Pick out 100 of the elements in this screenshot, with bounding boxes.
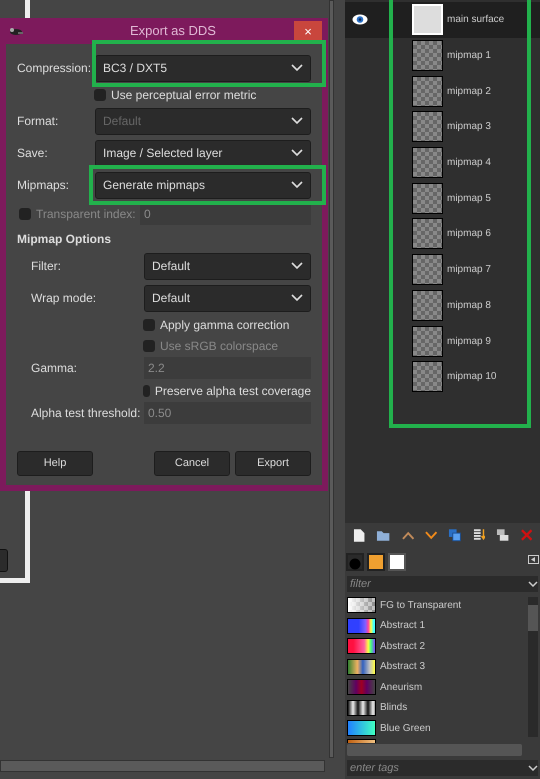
layer-thumbnail bbox=[412, 182, 443, 214]
checkbox-label: Apply gamma correction bbox=[160, 316, 290, 334]
export-button[interactable]: Export bbox=[235, 451, 311, 476]
chevron-icon bbox=[291, 294, 303, 302]
layer-name: mipmap 8 bbox=[447, 298, 491, 313]
layer-thumbnail bbox=[412, 4, 443, 36]
field-label: Save: bbox=[17, 145, 48, 162]
gradient-item[interactable]: Abstract 1 bbox=[345, 616, 540, 636]
scrollbar[interactable] bbox=[528, 597, 538, 737]
layer-thumbnail bbox=[412, 254, 443, 286]
layer-thumbnail bbox=[412, 218, 443, 250]
gradient-name: FG to Transparent bbox=[380, 598, 462, 613]
dropdown[interactable]: Image / Selected layer bbox=[95, 140, 311, 166]
chevron-icon bbox=[528, 765, 538, 771]
window-title: Export as DDS bbox=[130, 22, 216, 40]
chevron-icon bbox=[291, 149, 303, 157]
layer-name: mipmap 3 bbox=[447, 120, 491, 134]
field-label: Alpha test threshold: bbox=[30, 405, 140, 422]
layer-row[interactable]: mipmap 9 bbox=[345, 323, 540, 359]
layer-name: mipmap 10 bbox=[447, 370, 496, 384]
checkbox-label: Use sRGB colorspace bbox=[160, 338, 278, 354]
chevron-icon bbox=[291, 117, 303, 125]
layer-row[interactable]: mipmap 5 bbox=[345, 180, 540, 216]
checkbox-label: Transparent index: bbox=[36, 206, 136, 223]
gradient-item[interactable]: FG to Transparent bbox=[345, 595, 540, 616]
layer-name: mipmap 1 bbox=[447, 49, 491, 64]
checkbox[interactable] bbox=[94, 88, 106, 100]
layer-mask-icon[interactable] bbox=[496, 528, 510, 542]
eye-icon[interactable] bbox=[352, 14, 368, 26]
gradient-name: Blinds bbox=[380, 701, 408, 716]
layer-thumbnail bbox=[412, 290, 443, 321]
layer-row[interactable]: mipmap 3 bbox=[345, 109, 540, 145]
gradient-swatch bbox=[347, 658, 376, 675]
layer-row[interactable]: mipmap 2 bbox=[345, 73, 540, 110]
gradient-name: Abstract 3 bbox=[380, 660, 426, 674]
layer-row[interactable]: main surface bbox=[345, 2, 540, 38]
dropdown[interactable]: Default bbox=[144, 284, 311, 312]
gradient-swatch bbox=[347, 679, 376, 696]
chevron-icon bbox=[291, 181, 303, 189]
gradient-item[interactable]: Abstract 2 bbox=[345, 636, 540, 656]
gradient-name: Blue Green bbox=[380, 722, 431, 736]
chevron-icon bbox=[291, 64, 303, 72]
gradient-name: Abstract 2 bbox=[380, 640, 426, 654]
app-icon bbox=[8, 26, 24, 36]
cancel-button[interactable]: Cancel bbox=[154, 451, 230, 476]
vertical-scrollbar[interactable] bbox=[329, 0, 334, 758]
lower-icon[interactable] bbox=[425, 530, 438, 540]
layer-row[interactable]: mipmap 6 bbox=[345, 216, 540, 252]
layer-name: mipmap 2 bbox=[447, 84, 491, 99]
layer-row[interactable]: mipmap 10 bbox=[345, 358, 540, 395]
gradient-swatch bbox=[347, 700, 376, 716]
gradient-name: Abstract 1 bbox=[380, 619, 426, 634]
delete-icon[interactable] bbox=[520, 529, 532, 541]
horizontal-scrollbar[interactable] bbox=[347, 744, 522, 756]
chevron-icon bbox=[291, 262, 303, 270]
close-button[interactable]: × bbox=[294, 21, 322, 41]
layer-row[interactable]: mipmap 8 bbox=[345, 288, 540, 324]
layer-row[interactable]: mipmap 7 bbox=[345, 252, 540, 288]
field-label: Format: bbox=[17, 113, 58, 130]
layer-name: main surface bbox=[447, 13, 504, 28]
gradient-item[interactable]: Blinds bbox=[345, 698, 540, 718]
checkbox[interactable] bbox=[143, 318, 155, 330]
layer-name: mipmap 6 bbox=[447, 227, 491, 242]
dropdown[interactable]: BC3 / DXT5 bbox=[95, 54, 311, 82]
layer-name: mipmap 5 bbox=[447, 192, 491, 206]
gradient-item[interactable]: Abstract 3 bbox=[345, 656, 540, 677]
field-label: Wrap mode: bbox=[30, 290, 96, 307]
merge-icon[interactable] bbox=[472, 528, 486, 542]
dropdown[interactable]: Default bbox=[144, 252, 311, 280]
duplicate-icon[interactable] bbox=[448, 528, 462, 542]
layer-thumbnail bbox=[412, 326, 443, 357]
scroll-thumb[interactable] bbox=[528, 605, 538, 631]
gradient-tab[interactable] bbox=[388, 552, 406, 570]
new-layer-icon[interactable] bbox=[353, 528, 366, 542]
panel-menu-icon[interactable] bbox=[528, 555, 539, 564]
gradient-item[interactable]: Blue Green bbox=[345, 718, 540, 738]
folder-icon[interactable] bbox=[376, 528, 391, 542]
layer-thumbnail bbox=[412, 147, 443, 178]
section-heading: Mipmap Options bbox=[17, 230, 112, 248]
gradient-swatch bbox=[347, 720, 376, 736]
layer-row[interactable]: mipmap 1 bbox=[345, 38, 540, 74]
field-label: Mipmaps: bbox=[17, 177, 70, 194]
gradient-item[interactable]: Aneurism bbox=[345, 677, 540, 698]
horizontal-scrollbar[interactable] bbox=[0, 760, 325, 772]
layer-row[interactable]: mipmap 4 bbox=[345, 144, 540, 180]
field-label: Filter: bbox=[30, 258, 61, 275]
layer-name: mipmap 4 bbox=[447, 156, 491, 170]
layer-name: mipmap 7 bbox=[447, 263, 491, 278]
raise-icon[interactable] bbox=[402, 530, 414, 540]
checkbox[interactable] bbox=[143, 384, 150, 396]
help-button[interactable]: Help bbox=[17, 451, 93, 476]
layer-thumbnail bbox=[412, 40, 443, 72]
gradient-swatch bbox=[347, 618, 376, 634]
pattern-tab[interactable] bbox=[367, 552, 385, 570]
checkbox-label: Preserve alpha test coverage bbox=[154, 382, 311, 400]
dropdown[interactable]: Generate mipmaps bbox=[95, 172, 311, 198]
field-label: Gamma: bbox=[30, 360, 78, 377]
gradient-name: Aneurism bbox=[380, 680, 422, 695]
layer-name: mipmap 9 bbox=[447, 334, 491, 349]
layer-thumbnail bbox=[412, 111, 443, 142]
